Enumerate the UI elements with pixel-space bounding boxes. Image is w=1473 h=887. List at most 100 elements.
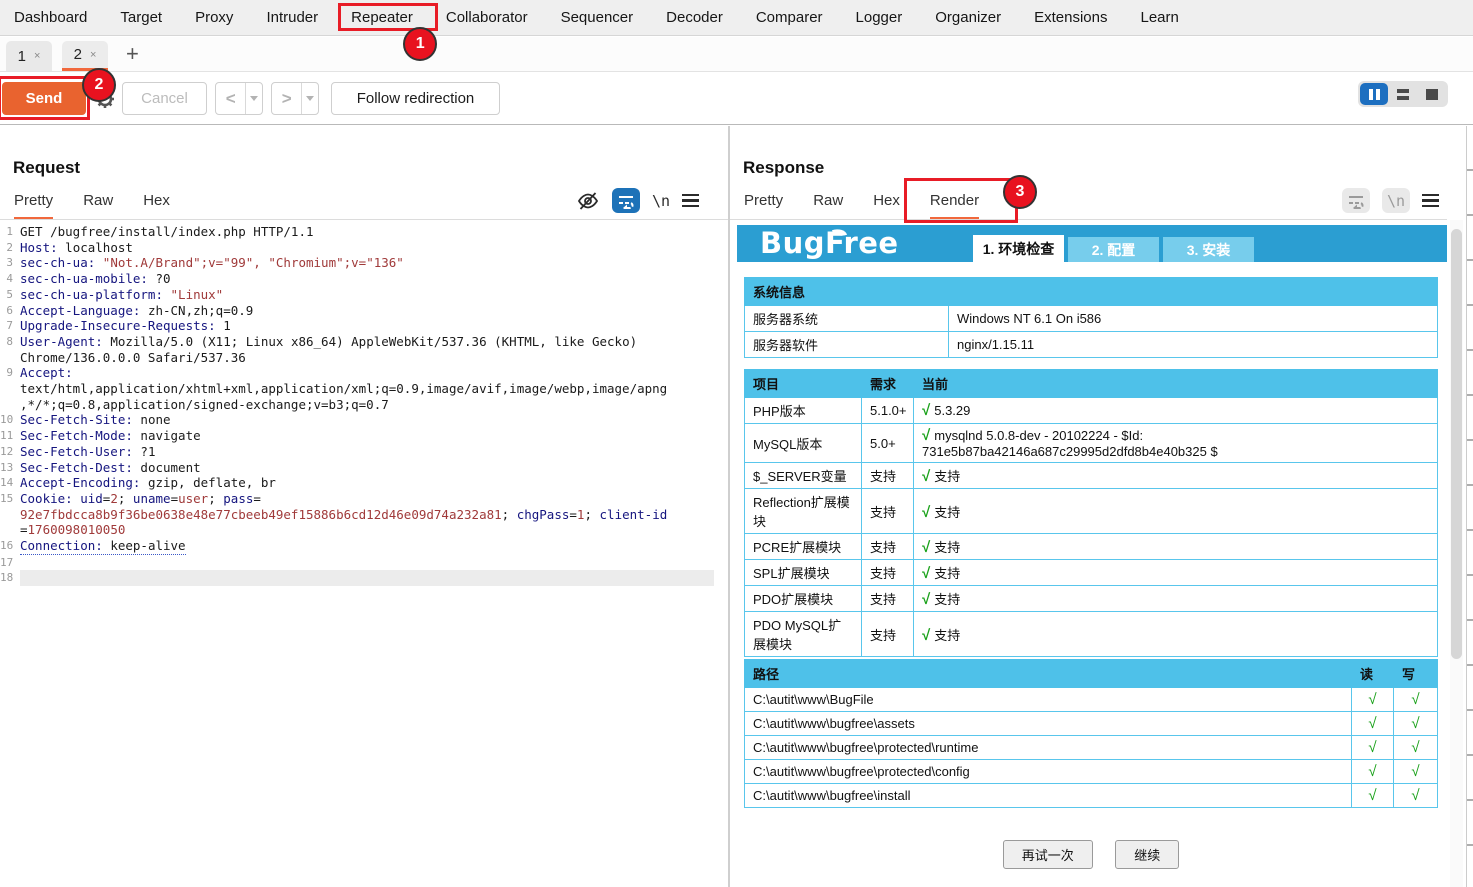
request-line[interactable]: 4sec-ch-ua-mobile: ?0	[0, 271, 728, 287]
menu-item-extensions[interactable]: Extensions	[1034, 9, 1107, 26]
menubar: Dashboard Target Proxy Intruder Repeater1 Col…	[0, 0, 1473, 36]
follow-redirection-button[interactable]: Follow redirection	[331, 82, 500, 115]
bugfree-banner: BugFree 1. 环境检查2. 配置3. 安装	[737, 225, 1447, 262]
menu-item-logger[interactable]: Logger	[856, 9, 903, 26]
tab-response-render[interactable]: Render 3	[930, 192, 979, 220]
column-header: 读	[1352, 660, 1394, 688]
menu-item-comparer[interactable]: Comparer	[756, 9, 823, 26]
request-line[interactable]: 5sec-ch-ua-platform: "Linux"	[0, 287, 728, 303]
check-current: √5.3.29	[914, 398, 1438, 424]
menu-item-learn[interactable]: Learn	[1140, 9, 1178, 26]
install-step-3[interactable]: 3. 安装	[1163, 237, 1254, 262]
word-wrap-toggle[interactable]	[612, 188, 640, 213]
line-text: Cookie: uid=2; uname=user; pass=	[20, 491, 261, 507]
request-line[interactable]: 92e7fbdcca8b9f36be0638e48e77cbeeb49ef158…	[0, 507, 728, 523]
line-number: 6	[0, 303, 20, 319]
request-line[interactable]: text/html,application/xhtml+xml,applicat…	[0, 381, 728, 397]
request-line[interactable]: 13Sec-Fetch-Dest: document	[0, 460, 728, 476]
check-current-value: 支持	[934, 566, 960, 581]
layout-single-button[interactable]	[1418, 83, 1446, 105]
request-line[interactable]: 18	[0, 570, 728, 586]
request-line[interactable]: 7Upgrade-Insecure-Requests: 1	[0, 318, 728, 334]
request-line[interactable]: 17	[0, 555, 728, 571]
request-line[interactable]: 2Host: localhost	[0, 240, 728, 256]
repeater-tab-1[interactable]: 1 ×	[6, 41, 52, 71]
menu-item-target[interactable]: Target	[120, 9, 162, 26]
forward-history-dropdown[interactable]	[301, 83, 318, 114]
menu-item-intruder[interactable]: Intruder	[266, 9, 318, 26]
check-required: 支持	[862, 586, 914, 612]
newline-toggle[interactable]: \n	[652, 192, 670, 210]
back-history-dropdown[interactable]	[245, 83, 262, 114]
tab-request-pretty[interactable]: Pretty	[14, 192, 53, 220]
request-line[interactable]: 10Sec-Fetch-Site: none	[0, 412, 728, 428]
request-line[interactable]: 3sec-ch-ua: "Not.A/Brand";v="99", "Chrom…	[0, 255, 728, 271]
response-editor-icons: \n	[1342, 188, 1439, 213]
request-line[interactable]: 12Sec-Fetch-User: ?1	[0, 444, 728, 460]
table-row: C:\autit\www\bugfree\protected\runtime√√	[745, 736, 1438, 760]
menu-item-collaborator[interactable]: Collaborator	[446, 9, 528, 26]
tab-response-raw[interactable]: Raw	[813, 192, 843, 220]
eye-off-icon[interactable]	[576, 189, 600, 213]
request-line[interactable]: 1GET /bugfree/install/index.php HTTP/1.1	[0, 224, 728, 240]
menu-item-decoder[interactable]: Decoder	[666, 9, 723, 26]
editor-menu-icon[interactable]	[1422, 194, 1439, 208]
request-line[interactable]: 8User-Agent: Mozilla/5.0 (X11; Linux x86…	[0, 334, 728, 350]
close-icon[interactable]: ×	[34, 50, 40, 62]
add-tab-button[interactable]: +	[126, 41, 139, 67]
check-item: PHP版本	[745, 398, 862, 424]
cancel-button[interactable]: Cancel	[122, 82, 207, 115]
close-icon[interactable]: ×	[90, 49, 96, 61]
back-button[interactable]: <	[216, 89, 245, 109]
check-current: √支持	[914, 612, 1438, 657]
line-number: 7	[0, 318, 20, 334]
repeater-tab-2[interactable]: 2 ×	[62, 41, 108, 71]
check-icon: √	[922, 627, 930, 644]
request-line[interactable]: 16Connection: keep-alive	[0, 538, 728, 555]
check-icon: √	[922, 468, 930, 485]
request-line[interactable]: Chrome/136.0.0.0 Safari/537.36	[0, 350, 728, 366]
forward-button-group: >	[271, 82, 319, 115]
tab-request-raw[interactable]: Raw	[83, 192, 113, 220]
install-step-1[interactable]: 1. 环境检查	[973, 235, 1064, 262]
request-line[interactable]: 9Accept:	[0, 365, 728, 381]
layout-rows-button[interactable]	[1389, 83, 1417, 105]
back-button-group: <	[215, 82, 263, 115]
render-scrollbar[interactable]	[1450, 220, 1463, 887]
line-number: 4	[0, 271, 20, 287]
newline-toggle[interactable]: \n	[1382, 188, 1410, 213]
line-number: 11	[0, 428, 20, 444]
check-icon: √	[922, 565, 930, 582]
scrollbar-thumb[interactable]	[1451, 229, 1462, 659]
request-line[interactable]: 15Cookie: uid=2; uname=user; pass=	[0, 491, 728, 507]
request-line[interactable]: =1760098010050	[0, 522, 728, 538]
tab-request-hex[interactable]: Hex	[143, 192, 170, 220]
editor-menu-icon[interactable]	[682, 194, 699, 208]
check-current: √mysqlnd 5.0.8-dev - 20102224 - $Id: 731…	[914, 424, 1438, 463]
layout-columns-button[interactable]	[1360, 83, 1388, 105]
word-wrap-toggle[interactable]	[1342, 188, 1370, 213]
send-button[interactable]: Send	[2, 82, 86, 115]
menu-item-dashboard[interactable]: Dashboard	[14, 9, 87, 26]
line-text: Host: localhost	[20, 240, 133, 256]
request-editor-icons: \n	[576, 188, 699, 213]
request-line[interactable]: 11Sec-Fetch-Mode: navigate	[0, 428, 728, 444]
menu-item-organizer[interactable]: Organizer	[935, 9, 1001, 26]
install-step-2[interactable]: 2. 配置	[1068, 237, 1159, 262]
menu-item-proxy[interactable]: Proxy	[195, 9, 233, 26]
continue-button[interactable]: 继续	[1115, 840, 1179, 869]
menu-item-repeater[interactable]: Repeater1	[351, 9, 413, 26]
request-line[interactable]: 14Accept-Encoding: gzip, deflate, br	[0, 475, 728, 491]
tab-response-hex[interactable]: Hex	[873, 192, 900, 220]
check-item: SPL扩展模块	[745, 560, 862, 586]
tab-response-pretty[interactable]: Pretty	[744, 192, 783, 220]
menu-item-sequencer[interactable]: Sequencer	[561, 9, 634, 26]
request-line[interactable]: ,*/*;q=0.8,application/signed-exchange;v…	[0, 397, 728, 413]
table-row: C:\autit\www\bugfree\protected\config√√	[745, 760, 1438, 784]
request-editor[interactable]: 1GET /bugfree/install/index.php HTTP/1.1…	[0, 224, 728, 586]
annotation-badge-3: 3	[1003, 175, 1037, 209]
forward-button[interactable]: >	[272, 89, 301, 109]
request-line[interactable]: 6Accept-Language: zh-CN,zh;q=0.9	[0, 303, 728, 319]
table-header-row: 系统信息	[745, 278, 1438, 306]
retry-button[interactable]: 再试一次	[1003, 840, 1093, 869]
